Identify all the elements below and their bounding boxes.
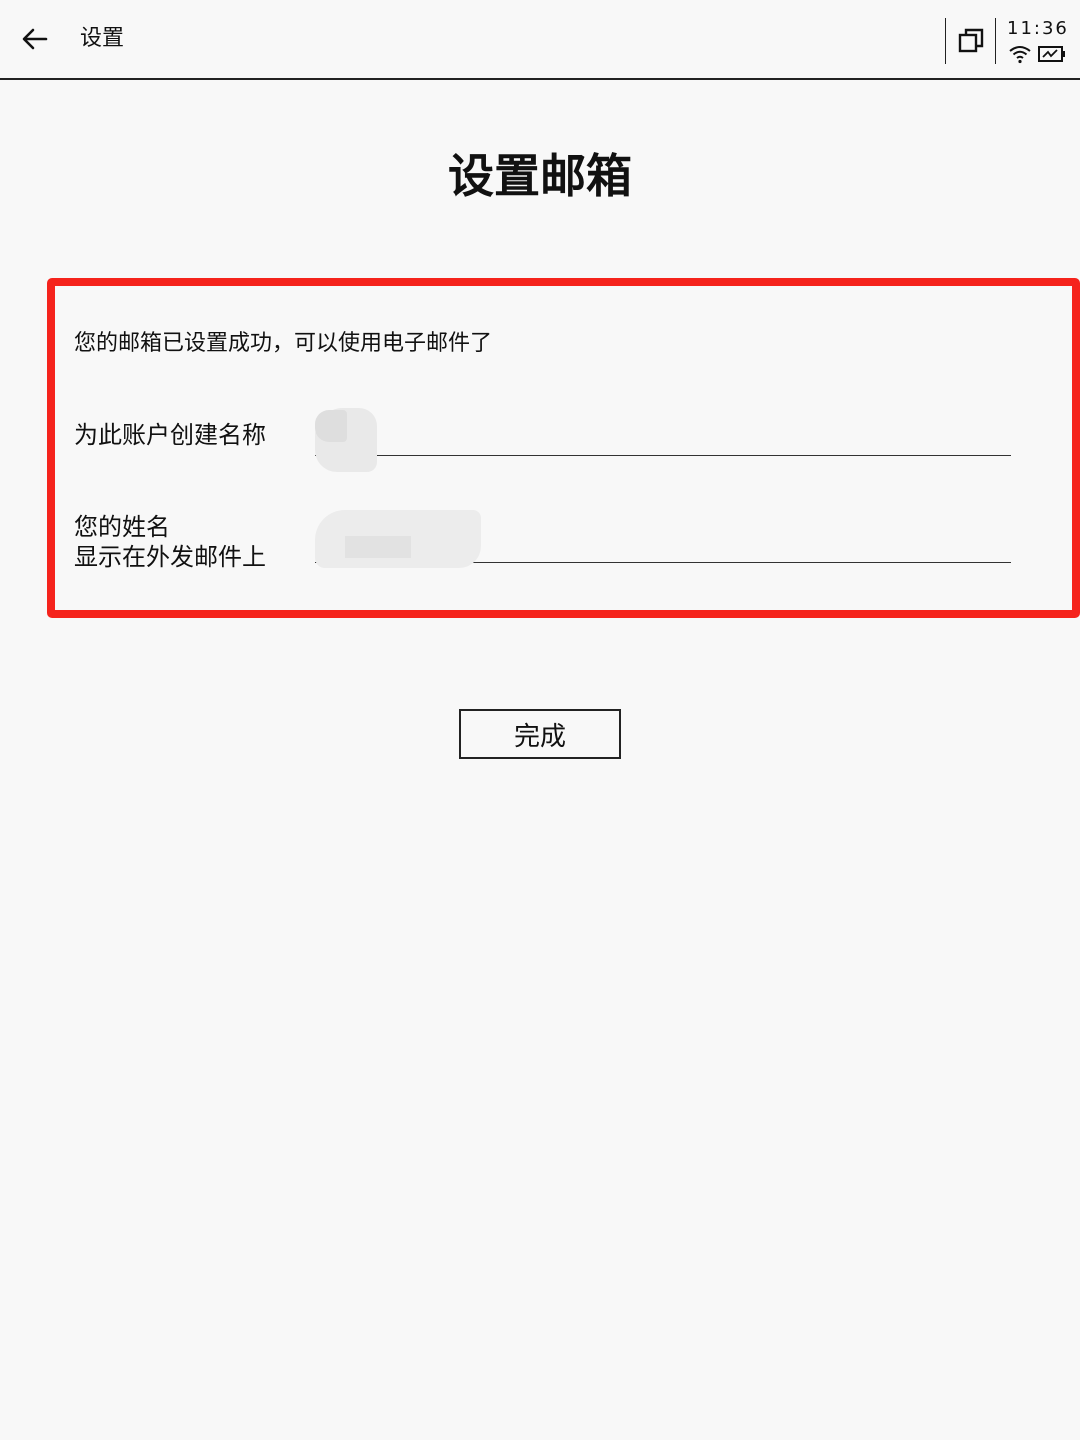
- your-name-label-line2: 显示在外发邮件上: [74, 543, 266, 571]
- status-clock: 11:36: [1007, 18, 1069, 39]
- account-name-input[interactable]: [315, 418, 1011, 456]
- top-bar: 设置 11:36: [0, 0, 1080, 80]
- account-name-label: 为此账户创建名称: [74, 421, 266, 449]
- your-name-label-line1: 您的姓名: [74, 513, 170, 541]
- wifi-icon: [1009, 46, 1031, 64]
- arrow-left-icon: [22, 28, 48, 50]
- window-restore-icon: [958, 28, 984, 53]
- your-name-label: 您的姓名 显示在外发邮件上: [74, 512, 266, 572]
- page-title: 设置邮箱: [448, 149, 632, 203]
- status-icons: [1008, 44, 1066, 64]
- done-button[interactable]: 完成: [459, 709, 621, 759]
- battery-icon: [1038, 46, 1065, 62]
- redacted-blur: [345, 536, 411, 558]
- divider: [945, 18, 946, 64]
- window-button[interactable]: [950, 20, 992, 62]
- success-message: 您的邮箱已设置成功，可以使用电子邮件了: [74, 331, 493, 356]
- redacted-blur: [315, 410, 347, 442]
- topbar-title: 设置: [80, 26, 125, 51]
- back-button[interactable]: [0, 0, 70, 78]
- divider: [995, 18, 996, 64]
